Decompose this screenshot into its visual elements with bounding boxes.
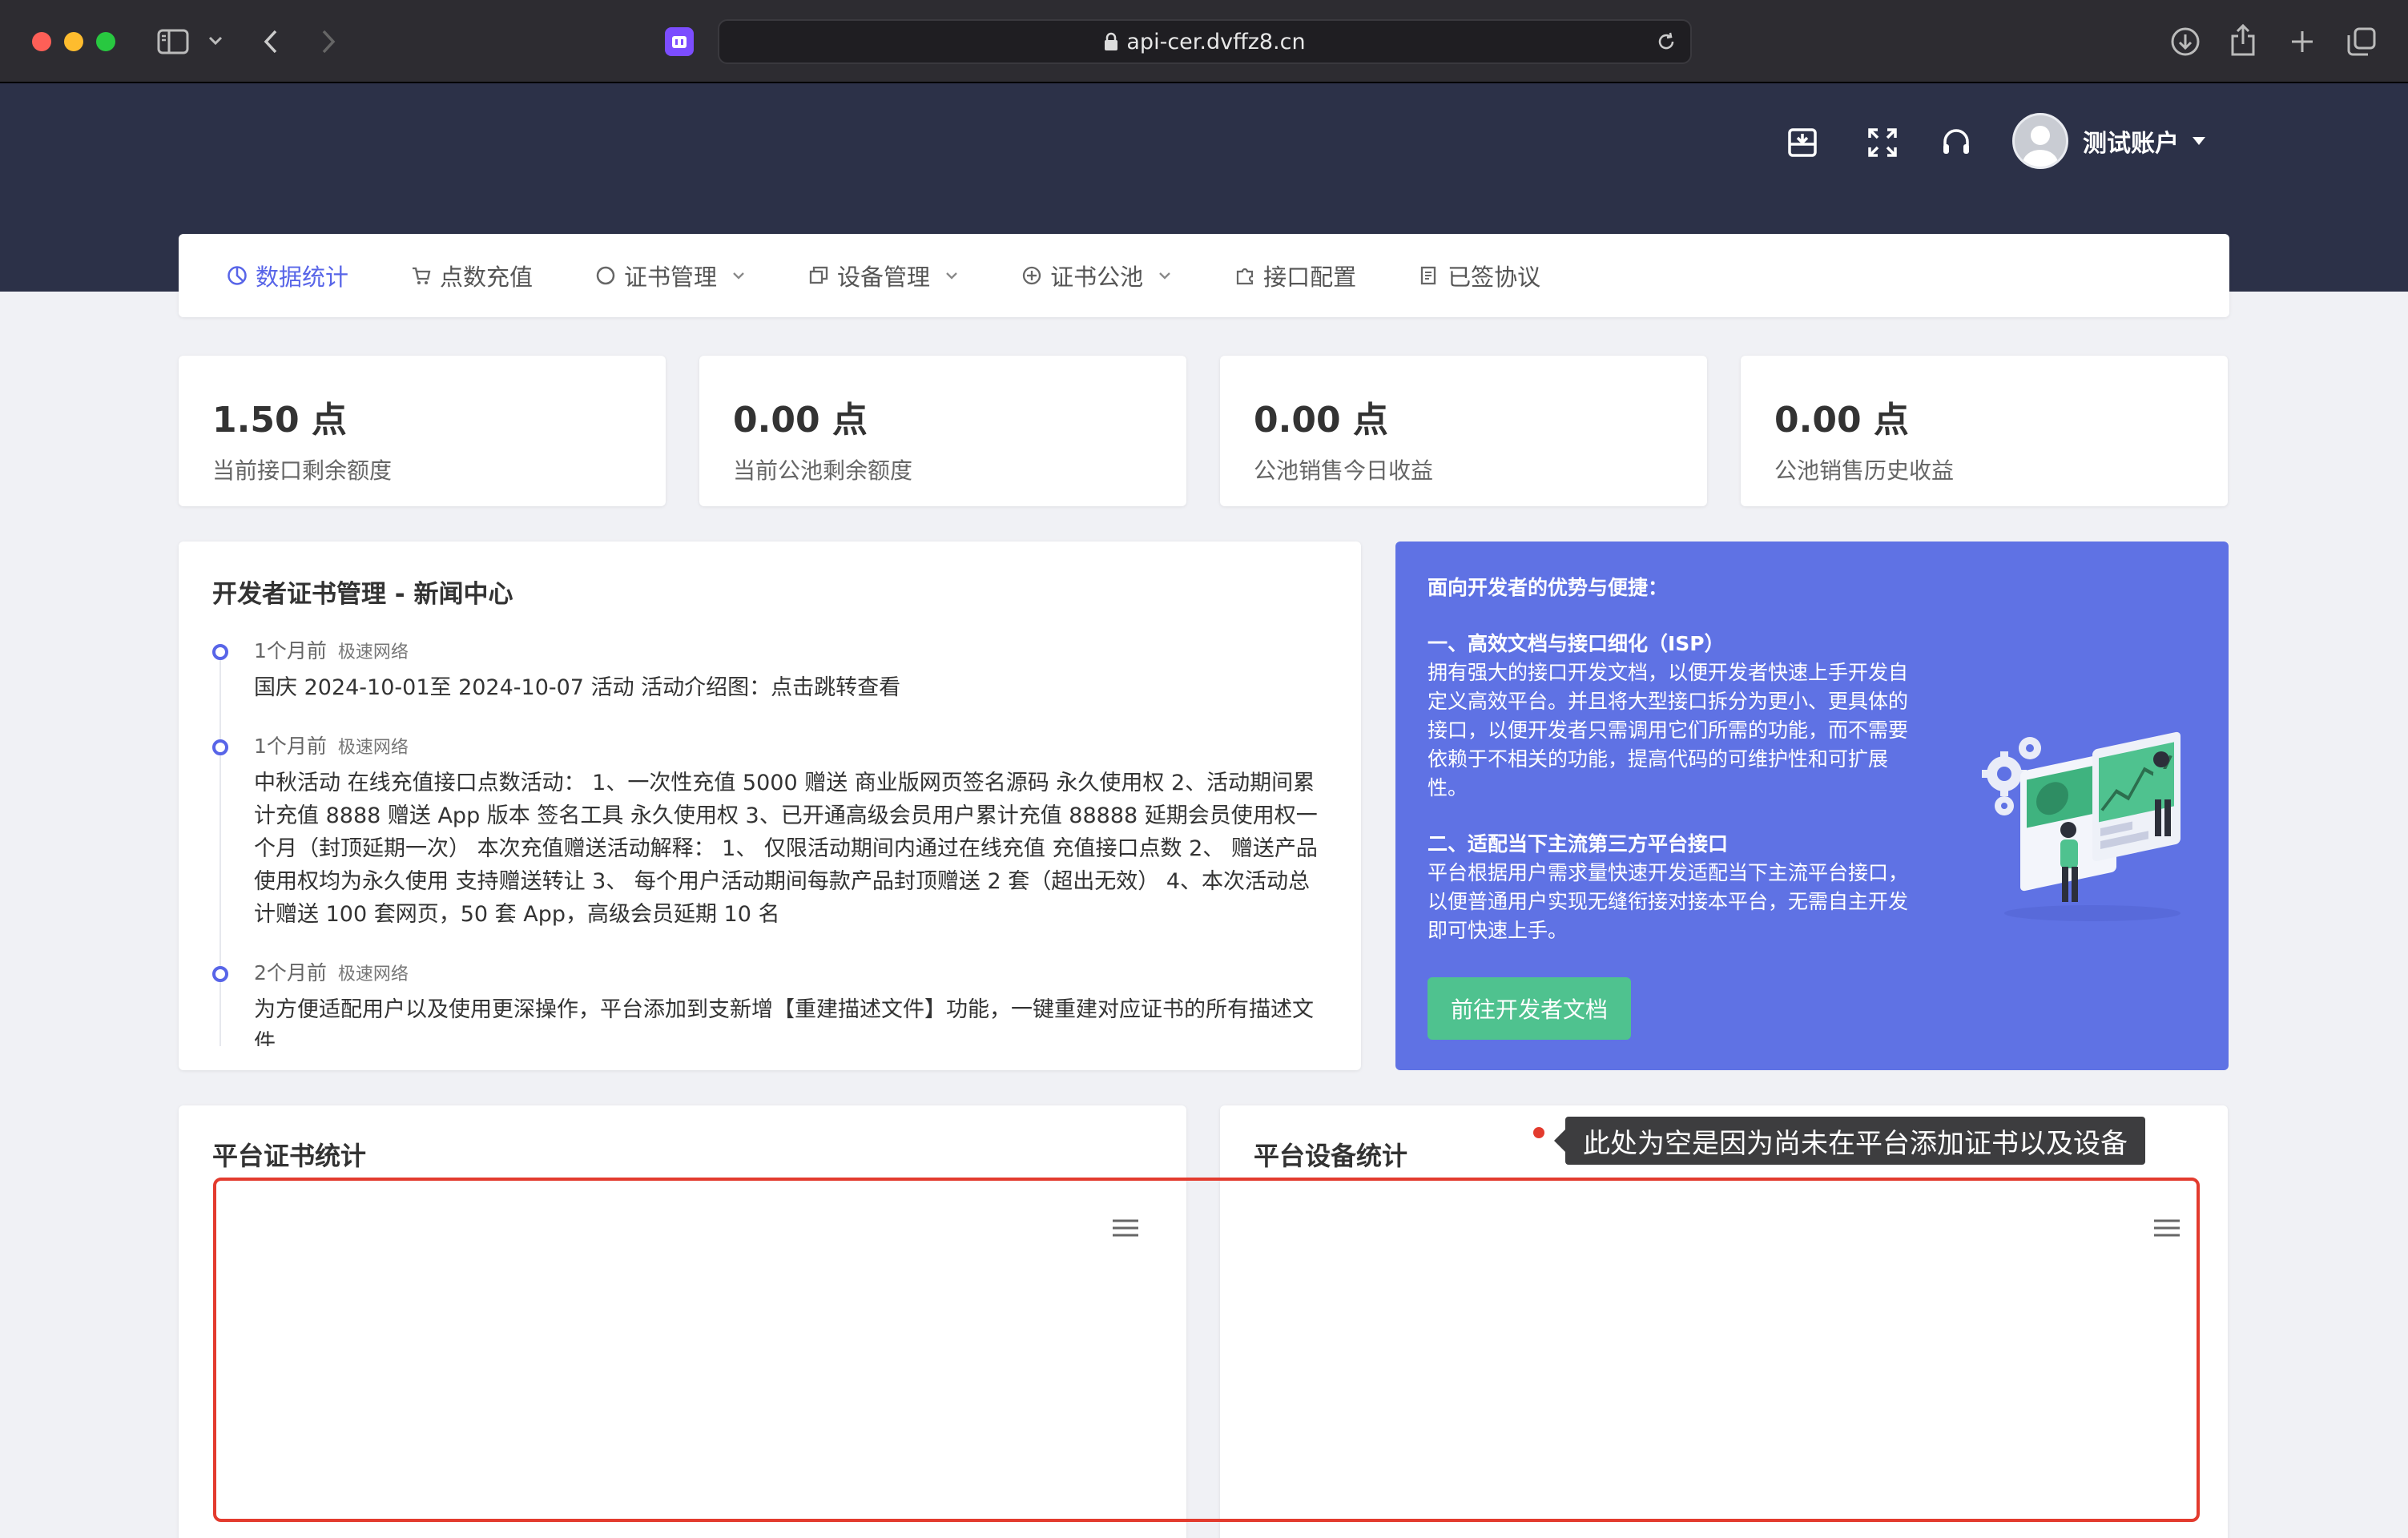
panel-title: 平台证书统计 [212, 1141, 367, 1171]
panel-title: 平台设备统计 [1254, 1141, 1408, 1171]
nav-item-api-config[interactable]: 接口配置 [1234, 259, 1356, 292]
document-icon [1419, 265, 1440, 286]
nav-item-label: 接口配置 [1263, 264, 1357, 291]
username: 测试账户 [2083, 130, 2179, 158]
stat-label: 当前公池剩余额度 [733, 457, 913, 484]
chevron-down-icon [731, 271, 746, 280]
nav-item-label: 数据统计 [256, 264, 349, 291]
nav-item-certificates[interactable]: 证书管理 [595, 259, 746, 292]
stat-value: 0.00 点 [1774, 400, 1909, 441]
stat-card-api-balance: 1.50 点 当前接口剩余额度 [179, 356, 666, 506]
caret-down-icon [2192, 136, 2206, 146]
annotation-highlight-box [213, 1178, 2200, 1522]
stat-card-pool-today-income: 0.00 点 公池销售今日收益 [1220, 356, 1707, 506]
avatar [2012, 113, 2068, 169]
stat-label: 公池销售今日收益 [1254, 457, 1434, 484]
share-icon[interactable] [2227, 21, 2259, 59]
main-nav: 数据统计 点数充值 证书管理 设备管理 证书公池 接口配置 已签协议 [179, 234, 2229, 317]
devices-icon [808, 265, 829, 286]
sidebar-toggle-icon[interactable] [155, 27, 191, 56]
nav-item-label: 设备管理 [837, 264, 931, 291]
news-time: 1个月前 [254, 639, 327, 662]
minimize-window-button[interactable] [64, 32, 83, 51]
stat-card-pool-history-income: 0.00 点 公池销售历史收益 [1741, 356, 2228, 506]
news-center-card: 开发者证书管理 - 新闻中心 1个月前 极速网络 国庆 2024-10-01至 2… [179, 542, 1361, 1070]
news-item[interactable]: 2个月前 极速网络 为方便适配用户以及使用更深操作，平台添加到支新增【重建描述文件… [212, 960, 1334, 1046]
lock-icon [1104, 32, 1118, 51]
stat-card-pool-balance: 0.00 点 当前公池剩余额度 [699, 356, 1186, 506]
stat-value: 0.00 点 [733, 400, 868, 441]
browser-toolbar: api-cer.dvffz8.cn [0, 0, 2408, 83]
back-arrow-icon[interactable] [260, 26, 282, 58]
promo-section-text: 平台根据用户需求量快速开发适配当下主流平台接口，以便普通用户实现无缝衔接对接本平… [1427, 861, 1909, 942]
url-text: api-cer.dvffz8.cn [1126, 29, 1306, 54]
nav-item-devices[interactable]: 设备管理 [808, 259, 959, 292]
address-bar[interactable]: api-cer.dvffz8.cn [718, 19, 1692, 64]
stat-label: 当前接口剩余额度 [212, 457, 393, 484]
cart-icon [411, 265, 432, 286]
timeline-dot [212, 966, 228, 982]
news-text[interactable]: 国庆 2024-10-01至 2024-10-07 活动 活动介绍图：点击跳转查… [254, 671, 1327, 704]
nav-item-recharge[interactable]: 点数充值 [411, 259, 533, 292]
forward-arrow-icon[interactable] [317, 26, 340, 58]
extension-icon[interactable] [665, 27, 694, 56]
stat-value: 0.00 点 [1254, 400, 1388, 441]
news-text[interactable]: 中秋活动 在线充值接口点数活动： 1、一次性充值 5000 赠送 商业版网页签名… [254, 767, 1327, 931]
nav-item-agreements[interactable]: 已签协议 [1419, 259, 1540, 292]
news-text[interactable]: 为方便适配用户以及使用更深操作，平台添加到支新增【重建描述文件】功能，一键重建对… [254, 993, 1327, 1046]
nav-item-label: 点数充值 [440, 264, 534, 291]
developer-promo-card: 面向开发者的优势与便捷： 一、高效文档与接口细化（ISP） 拥有强大的接口开发文… [1395, 542, 2229, 1070]
circle-icon [595, 265, 616, 286]
news-title: 开发者证书管理 - 新闻中心 [212, 580, 513, 609]
news-time: 1个月前 [254, 735, 327, 758]
nav-item-label: 证书管理 [624, 264, 718, 291]
news-item[interactable]: 1个月前 极速网络 国庆 2024-10-01至 2024-10-07 活动 活动… [212, 638, 1334, 704]
maximize-window-button[interactable] [96, 32, 115, 51]
pie-chart-icon [227, 265, 248, 286]
nav-item-statistics[interactable]: 数据统计 [227, 259, 348, 292]
news-source: 极速网络 [337, 642, 409, 662]
nav-item-label: 已签协议 [1448, 264, 1541, 291]
fullscreen-icon[interactable] [1862, 122, 1903, 163]
close-window-button[interactable] [32, 32, 51, 51]
news-source: 极速网络 [337, 964, 409, 984]
nav-item-label: 证书公池 [1050, 264, 1144, 291]
stat-value: 1.50 点 [212, 400, 347, 441]
timeline-dot [212, 739, 228, 755]
user-menu[interactable]: 测试账户 [2012, 111, 2206, 171]
developer-illustration [1982, 731, 2180, 921]
download-icon[interactable] [2168, 24, 2203, 59]
promo-section-title: 二、适配当下主流第三方平台接口 [1427, 832, 1729, 856]
new-tab-plus-icon[interactable] [2286, 26, 2318, 58]
chevron-down-icon[interactable] [207, 32, 224, 50]
stat-label: 公池销售历史收益 [1774, 457, 1955, 484]
chevron-down-icon [1158, 271, 1172, 280]
nav-item-cert-pool[interactable]: 证书公池 [1021, 259, 1172, 292]
archive-icon[interactable] [1782, 122, 1823, 163]
developer-docs-button[interactable]: 前往开发者文档 [1427, 977, 1631, 1040]
chevron-down-icon [944, 271, 959, 280]
promo-section-title: 一、高效文档与接口细化（ISP） [1427, 632, 1725, 655]
news-item[interactable]: 1个月前 极速网络 中秋活动 在线充值接口点数活动： 1、一次性充值 5000 赠… [212, 733, 1334, 931]
tab-overview-icon[interactable] [2344, 24, 2379, 59]
annotation-tooltip: 此处为空是因为尚未在平台添加证书以及设备 [1554, 1117, 2145, 1165]
headset-icon[interactable] [1935, 122, 1977, 163]
promo-heading: 面向开发者的优势与便捷： [1427, 576, 1669, 599]
news-time: 2个月前 [254, 961, 327, 984]
news-timeline[interactable]: 1个月前 极速网络 国庆 2024-10-01至 2024-10-07 活动 活动… [212, 638, 1334, 1046]
annotation-dot [1533, 1127, 1544, 1138]
timeline-dot [212, 644, 228, 660]
puzzle-icon [1234, 265, 1255, 286]
plus-circle-icon [1021, 265, 1042, 286]
promo-section-text: 拥有强大的接口开发文档，以便开发者快速上手开发自定义高效平台。并且将大型接口拆分… [1427, 661, 1909, 799]
reload-icon[interactable] [1655, 30, 1677, 53]
news-source: 极速网络 [337, 738, 409, 758]
